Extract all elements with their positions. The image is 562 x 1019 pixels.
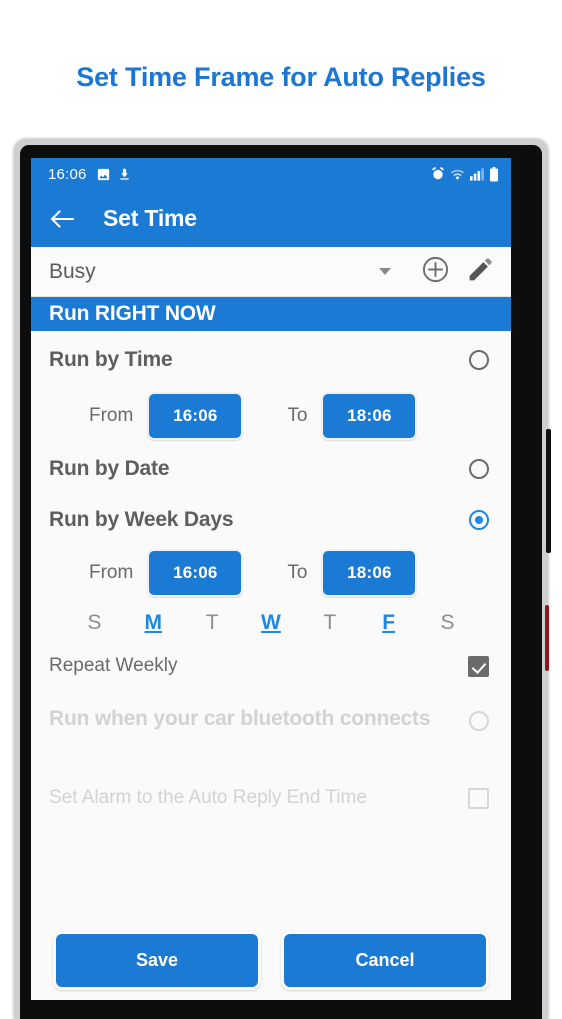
- status-left-icons: [96, 167, 131, 182]
- run-by-date-label: Run by Date: [49, 457, 170, 480]
- wifi-icon: [450, 168, 465, 181]
- page-title: Set Time Frame for Auto Replies: [76, 62, 486, 92]
- run-by-week-days-range: From 16:06 To 18:06: [31, 545, 511, 600]
- set-alarm-label: Set Alarm to the Auto Reply End Time: [49, 787, 367, 808]
- option-row-run-by-time[interactable]: Run by Time: [31, 331, 511, 388]
- power-button[interactable]: [545, 605, 549, 671]
- signal-icon: [470, 167, 484, 181]
- day-toggle-friday[interactable]: F: [376, 611, 402, 635]
- set-alarm-checkbox[interactable]: [468, 787, 489, 809]
- run-by-time-from-button[interactable]: 16:06: [147, 391, 244, 440]
- run-by-time-label: Run by Time: [49, 347, 173, 371]
- cancel-button[interactable]: Cancel: [281, 931, 489, 990]
- set-alarm-row[interactable]: Set Alarm to the Auto Reply End Time: [31, 770, 511, 826]
- profile-name[interactable]: Busy: [49, 260, 379, 284]
- status-clock: 16:06: [48, 165, 87, 183]
- run-right-now-banner[interactable]: Run RIGHT NOW: [31, 297, 511, 331]
- run-by-week-days-radio[interactable]: [469, 510, 489, 530]
- repeat-weekly-row[interactable]: Repeat Weekly: [31, 646, 511, 686]
- run-by-time-from-label: From: [89, 404, 134, 426]
- app-bar: Set Time: [31, 190, 511, 247]
- chevron-down-icon[interactable]: [379, 268, 391, 275]
- day-toggle-tuesday[interactable]: T: [199, 611, 225, 635]
- day-toggle-thursday[interactable]: T: [317, 611, 343, 635]
- phone-screen: 16:06 Set Time Busy Run RIGHT NOW Run by…: [31, 158, 511, 1000]
- action-button-row: Save Cancel: [31, 931, 511, 1000]
- repeat-weekly-checkbox[interactable]: [468, 655, 489, 677]
- status-right-icons: [431, 166, 499, 182]
- image-icon: [96, 167, 111, 182]
- run-by-time-to-button[interactable]: 18:06: [321, 391, 418, 440]
- car-bluetooth-radio[interactable]: [469, 711, 489, 731]
- status-bar: 16:06: [31, 158, 511, 190]
- week-days-to-label: To: [287, 561, 308, 583]
- download-icon: [118, 167, 131, 181]
- week-day-selector: S M T W T F S: [31, 600, 511, 646]
- repeat-weekly-label: Repeat Weekly: [49, 655, 178, 676]
- run-by-time-range: From 16:06 To 18:06: [31, 388, 511, 443]
- profile-selector-row[interactable]: Busy: [31, 247, 511, 297]
- back-arrow-icon[interactable]: [47, 204, 77, 234]
- day-toggle-wednesday[interactable]: W: [258, 611, 284, 635]
- alarm-icon: [431, 167, 445, 181]
- option-row-run-by-date[interactable]: Run by Date: [31, 443, 511, 495]
- battery-icon: [489, 166, 499, 182]
- day-toggle-monday[interactable]: M: [140, 611, 166, 635]
- run-by-week-days-label: Run by Week Days: [49, 508, 234, 531]
- pencil-icon[interactable]: [466, 255, 495, 289]
- volume-button[interactable]: [546, 429, 551, 553]
- week-days-to-button[interactable]: 18:06: [321, 548, 418, 597]
- option-row-run-by-week-days[interactable]: Run by Week Days: [31, 495, 511, 545]
- option-row-car-bluetooth[interactable]: Run when your car bluetooth connects: [31, 686, 511, 770]
- day-toggle-sunday[interactable]: S: [81, 611, 107, 635]
- day-toggle-saturday[interactable]: S: [434, 611, 460, 635]
- run-right-now-label: Run RIGHT NOW: [49, 302, 216, 325]
- run-by-time-radio[interactable]: [469, 349, 489, 370]
- car-bluetooth-label: Run when your car bluetooth connects: [49, 707, 431, 730]
- app-bar-title: Set Time: [103, 205, 197, 231]
- run-by-time-to-label: To: [287, 404, 308, 426]
- save-button[interactable]: Save: [53, 931, 261, 990]
- week-days-from-button[interactable]: 16:06: [147, 548, 244, 597]
- circle-plus-icon[interactable]: [421, 255, 450, 289]
- week-days-from-label: From: [89, 561, 134, 583]
- run-by-date-radio[interactable]: [469, 459, 489, 479]
